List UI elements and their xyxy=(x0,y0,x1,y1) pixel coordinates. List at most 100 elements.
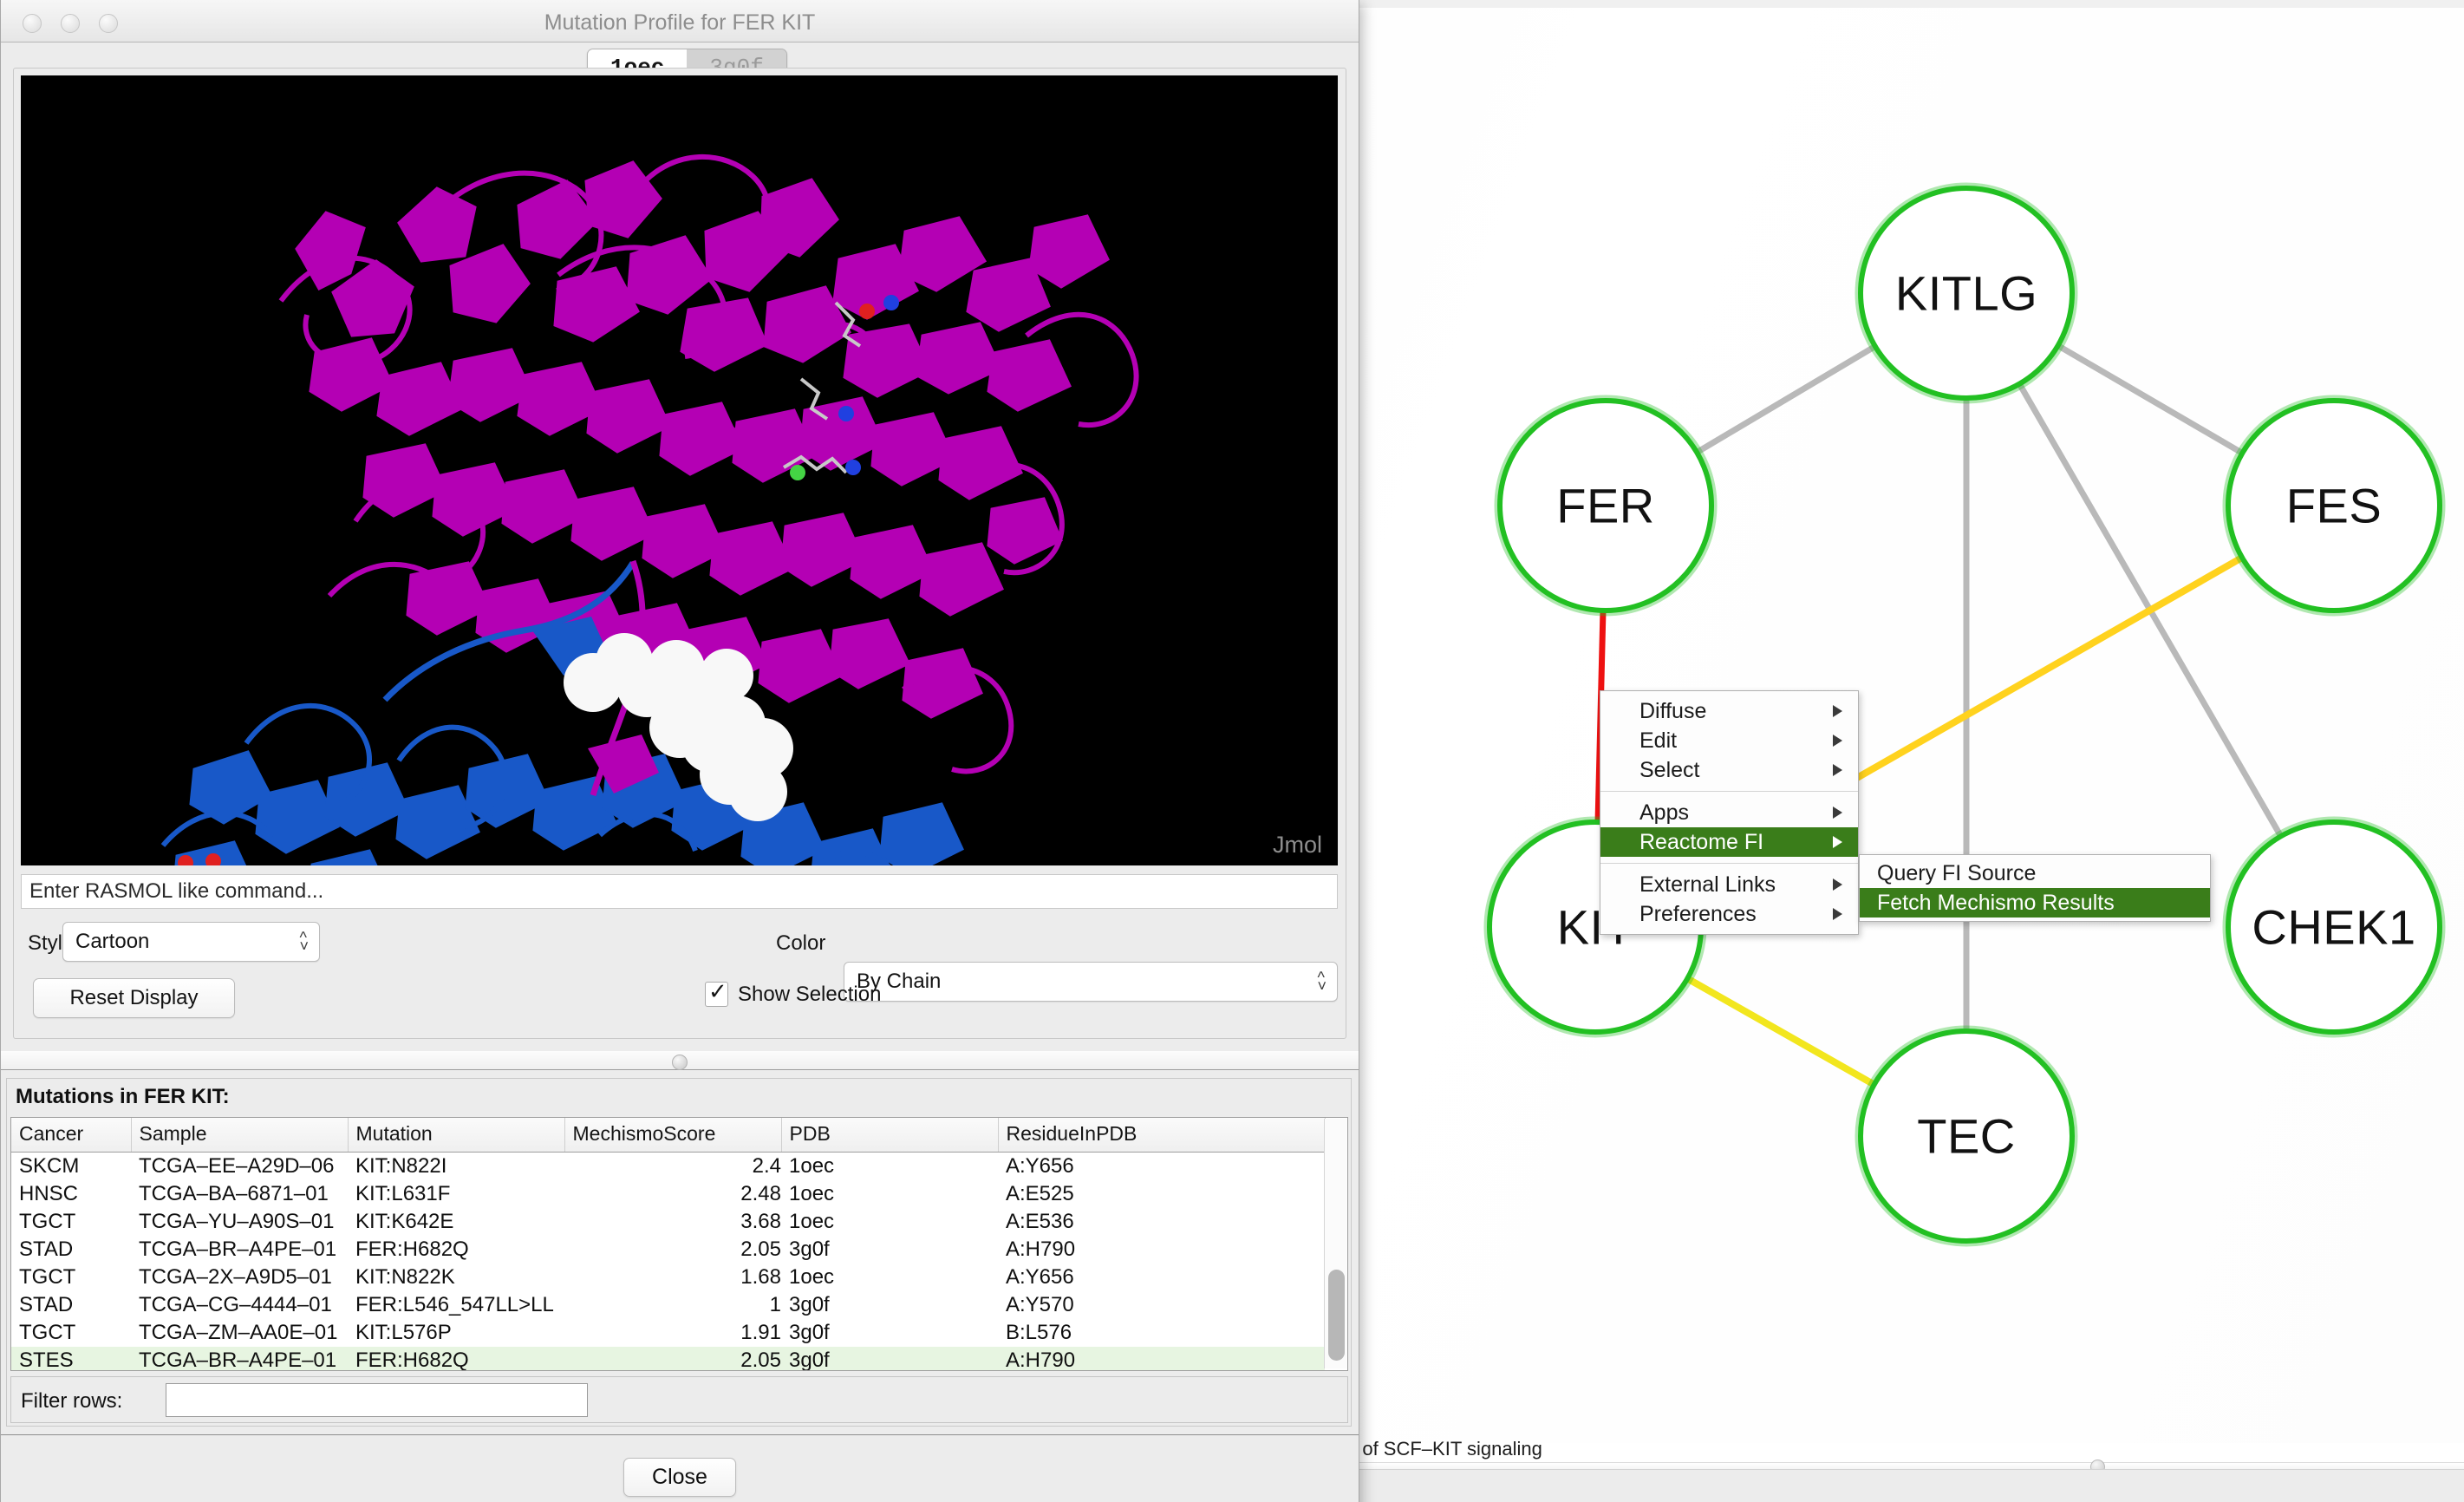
cell-cancer: SKCM xyxy=(19,1154,80,1178)
cell-mutation: KIT:N822K xyxy=(355,1265,455,1289)
cell-mutation: FER:H682Q xyxy=(355,1238,469,1261)
cell-sample: TCGA–YU–A90S–01 xyxy=(139,1210,335,1233)
menu-item-label: Diffuse xyxy=(1639,699,1707,723)
cell-residue: A:H790 xyxy=(998,1347,1325,1370)
cell-score: 1 xyxy=(769,1293,781,1316)
cell-mutation: FER:H682Q xyxy=(348,1347,564,1370)
network-edge[interactable] xyxy=(1695,343,1877,455)
cell-score: 1.91 xyxy=(740,1321,781,1344)
mutation-profile-dialog[interactable]: Mutation Profile for FER KIT 1oec 3g0f xyxy=(0,0,1359,1502)
jmol-3d-viewer[interactable]: Jmol xyxy=(21,75,1338,865)
menu-item-preferences[interactable]: Preferences xyxy=(1600,899,1858,929)
cell-pdb: 1oec xyxy=(789,1154,835,1178)
cell-residue: A:Y656 xyxy=(1006,1265,1074,1289)
cell-score: 2.05 xyxy=(564,1347,781,1370)
column-header-pdb[interactable]: PDB xyxy=(781,1118,999,1153)
table-row[interactable]: TGCT TCGA–YU–A90S–01 KIT:K642E 3.68 1oec A:E5… xyxy=(11,1208,1325,1236)
table-row[interactable]: TGCT TCGA–ZM–AA0E–01 KIT:L576P 1.91 3g0f B:L5… xyxy=(11,1319,1325,1347)
submenu-item-fetch-mechismo-results[interactable]: Fetch Mechismo Results xyxy=(1860,888,2210,918)
cell-pdb: 3g0f xyxy=(789,1321,830,1344)
table-row[interactable]: STES TCGA–BR–A4PE–01 FER:H682Q 2.05 3g0f A:H7… xyxy=(11,1347,1325,1370)
menu-item-apps[interactable]: Apps xyxy=(1600,798,1858,827)
cell-mutation: KIT:L576P xyxy=(355,1321,452,1344)
menu-item-label: External Links xyxy=(1639,872,1776,897)
dialog-titlebar[interactable]: Mutation Profile for FER KIT xyxy=(1,0,1359,42)
cell-pdb: 3g0f xyxy=(781,1347,998,1370)
menu-item-select[interactable]: Select xyxy=(1600,755,1858,785)
cell-sample: TCGA–2X–A9D5–01 xyxy=(139,1265,332,1289)
menu-item-label: Select xyxy=(1639,758,1700,782)
cell-cancer: STAD xyxy=(19,1293,74,1316)
cell-residue: A:Y570 xyxy=(1006,1293,1074,1316)
cell-mutation: KIT:N822I xyxy=(355,1154,447,1178)
menu-item-label: Apps xyxy=(1639,800,1689,825)
checkbox-checked-icon[interactable] xyxy=(705,978,728,1007)
chevron-updown-icon: ^ ˅ xyxy=(299,929,309,955)
jmol-watermark: Jmol xyxy=(1272,832,1322,858)
menu-item-reactome-fi[interactable]: Reactome FI xyxy=(1600,827,1858,857)
network-edge[interactable] xyxy=(2056,343,2245,456)
status-text: n of SCF–KIT signaling xyxy=(1346,1438,1542,1460)
network-node-label-tec: TEC xyxy=(1917,1108,2016,1164)
network-edge[interactable] xyxy=(1685,975,1876,1088)
cell-sample: TCGA–BR–A4PE–01 xyxy=(139,1238,337,1261)
table-row[interactable]: HNSC TCGA–BA–6871–01 KIT:L631F 2.48 1oec A:E5… xyxy=(11,1180,1325,1208)
cell-score: 3.68 xyxy=(740,1210,781,1233)
chevron-right-icon xyxy=(1833,735,1842,747)
close-button[interactable]: Close xyxy=(623,1458,736,1497)
show-selection-checkbox[interactable]: Show Selection xyxy=(705,978,882,1007)
cell-cancer: HNSC xyxy=(19,1182,79,1205)
table-row[interactable]: SKCM TCGA–EE–A29D–06 KIT:N822I 2.4 1oec A:Y65… xyxy=(11,1153,1325,1181)
cell-cancer: STAD xyxy=(19,1238,74,1261)
cell-residue: A:H790 xyxy=(1006,1238,1076,1261)
cell-mutation: FER:L546_547LL>LL xyxy=(355,1293,554,1316)
table-row[interactable]: STAD TCGA–BR–A4PE–01 FER:H682Q 2.05 3g0f A:H7… xyxy=(11,1236,1325,1264)
cell-residue: B:L576 xyxy=(1006,1321,1072,1344)
table-vertical-scrollbar[interactable] xyxy=(1324,1119,1346,1368)
column-header-cancer[interactable]: Cancer xyxy=(11,1118,132,1153)
splitter-handle[interactable] xyxy=(672,1055,688,1070)
cell-cancer: TGCT xyxy=(19,1265,76,1289)
menu-item-label: Preferences xyxy=(1639,902,1757,926)
column-header-residueinpdb[interactable]: ResidueInPDB xyxy=(998,1118,1326,1153)
scrollbar-thumb[interactable] xyxy=(1328,1270,1345,1361)
style-select[interactable]: Cartoon ^ ˅ xyxy=(62,922,320,962)
menu-item-diffuse[interactable]: Diffuse xyxy=(1600,696,1858,726)
cell-cancer: STES xyxy=(11,1347,131,1370)
rasmol-command-input[interactable]: Enter RASMOL like command... xyxy=(21,874,1338,909)
filter-bar: Filter rows: xyxy=(10,1376,1348,1423)
column-header-mechismoscore[interactable]: MechismoScore xyxy=(564,1118,782,1153)
cell-mutation: KIT:L631F xyxy=(355,1182,451,1205)
reset-display-button[interactable]: Reset Display xyxy=(33,978,235,1018)
chevron-right-icon xyxy=(1833,878,1842,891)
context-submenu[interactable]: Query FI Source Fetch Mechismo Results xyxy=(1859,854,2211,922)
column-header-sample[interactable]: Sample xyxy=(131,1118,349,1153)
cell-cancer: TGCT xyxy=(19,1321,76,1344)
chevron-right-icon xyxy=(1833,764,1842,776)
cell-pdb: 1oec xyxy=(789,1182,835,1205)
submenu-item-query-fi-source[interactable]: Query FI Source xyxy=(1860,859,2210,888)
cell-pdb: 1oec xyxy=(789,1210,835,1233)
cell-score: 1.68 xyxy=(740,1265,781,1289)
cell-pdb: 1oec xyxy=(789,1265,835,1289)
dialog-footer: Close xyxy=(1,1434,1359,1502)
table-row[interactable]: TGCT TCGA–2X–A9D5–01 KIT:N822K 1.68 1oec A:Y6… xyxy=(11,1264,1325,1291)
filter-rows-input[interactable] xyxy=(166,1383,588,1417)
mutations-table-container[interactable]: Cancer Sample Mutation MechismoScore PDB Resi… xyxy=(10,1117,1348,1371)
cell-sample: TCGA–CG–4444–01 xyxy=(139,1293,332,1316)
context-menu[interactable]: Diffuse Edit Select Apps Reactome FI External… xyxy=(1600,690,1859,935)
table-row[interactable]: STAD TCGA–CG–4444–01 FER:L546_547LL>LL 1 3g0… xyxy=(11,1291,1325,1319)
menu-item-edit[interactable]: Edit xyxy=(1600,726,1858,755)
menu-item-external-links[interactable]: External Links xyxy=(1600,870,1858,899)
show-selection-label: Show Selection xyxy=(738,982,882,1006)
column-header-mutation[interactable]: Mutation xyxy=(348,1118,565,1153)
cell-score: 2.4 xyxy=(752,1154,781,1178)
menu-item-label: Reactome FI xyxy=(1639,830,1764,854)
color-select[interactable]: By Chain ^ ˅ xyxy=(844,962,1338,1002)
style-select-value: Cartoon xyxy=(75,930,150,953)
mutations-panel: Mutations in FER KIT: Cancer Sample Mutati… xyxy=(6,1078,1352,1427)
cell-pdb: 3g0f xyxy=(789,1238,830,1261)
mutations-table: Cancer Sample Mutation MechismoScore PDB Resi… xyxy=(11,1118,1326,1370)
panel-splitter[interactable] xyxy=(1,1051,1359,1070)
chevron-right-icon xyxy=(1833,836,1842,848)
